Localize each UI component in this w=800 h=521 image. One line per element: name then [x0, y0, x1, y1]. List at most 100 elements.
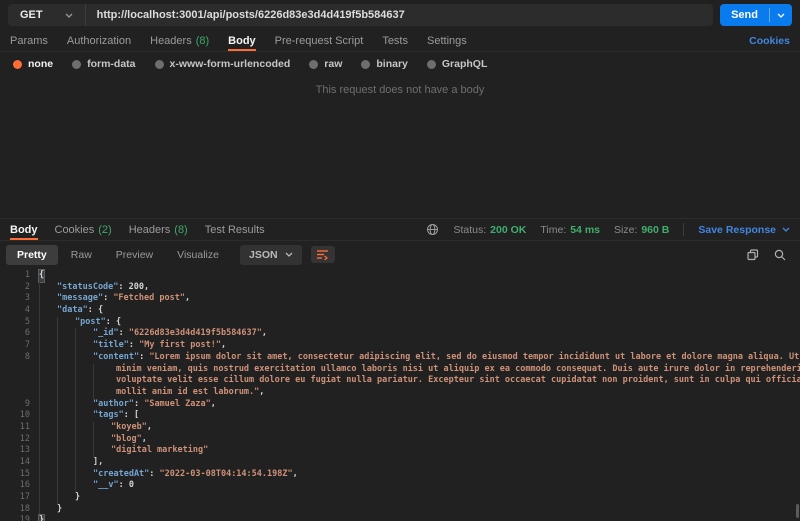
indent-guide [57, 328, 75, 340]
code-line: 4"data": { [0, 305, 800, 317]
line-number: 15 [0, 469, 30, 481]
line-number [0, 364, 30, 376]
tab-settings[interactable]: Settings [427, 30, 467, 51]
response-tab-label: Body [10, 224, 38, 236]
cookies-link[interactable]: Cookies [749, 35, 790, 47]
request-tabs: Params Authorization Headers(8) Body Pre-req… [0, 30, 800, 52]
response-view-bar: PrettyRawPreviewVisualize JSON [0, 242, 800, 267]
tab-authorization[interactable]: Authorization [67, 30, 131, 51]
token: "Fetched post" [113, 293, 185, 305]
tab-params[interactable]: Params [10, 30, 48, 51]
tab-tests[interactable]: Tests [382, 30, 408, 51]
wrap-text-button[interactable] [311, 246, 335, 263]
response-tab-test-results[interactable]: Test Results [205, 219, 265, 240]
empty-body-message: This request does not have a body [0, 84, 800, 96]
code-text: mollit anim id est laborum.", [37, 387, 264, 399]
view-tab-pretty[interactable]: Pretty [6, 245, 58, 265]
token: "title" [93, 340, 129, 352]
tab-label: Settings [427, 35, 467, 47]
code-text: { [37, 270, 44, 282]
method-select[interactable]: GET [8, 4, 85, 26]
tab-pre-request-script[interactable]: Pre-request Script [275, 30, 364, 51]
code-line: 19} [0, 515, 800, 521]
response-tab-label: Cookies [55, 224, 95, 236]
view-tab-preview[interactable]: Preview [105, 245, 164, 265]
code-line: 6"_id": "6226d83e3d4d419f5b584637", [0, 328, 800, 340]
indent-guide [57, 387, 75, 399]
radio-icon [13, 60, 22, 69]
tab-body[interactable]: Body [228, 30, 256, 51]
body-type-binary[interactable]: binary [361, 58, 408, 70]
indent-guide [75, 480, 93, 492]
body-type-none[interactable]: none [13, 58, 53, 70]
token: : [124, 410, 134, 422]
line-number: 8 [0, 352, 30, 364]
send-button[interactable]: Send [720, 4, 792, 26]
indent-guide [57, 469, 75, 481]
token: "message" [57, 293, 103, 305]
response-tab-body[interactable]: Body [10, 219, 38, 240]
radio-icon [155, 60, 164, 69]
indent-guide [75, 469, 93, 481]
token: : [119, 328, 129, 340]
body-type-x-www-form-urlencoded[interactable]: x-www-form-urlencoded [155, 58, 291, 70]
indent-guide [39, 457, 57, 469]
token: "My first post!" [139, 340, 221, 352]
app-window: GET http://localhost:3001/api/posts/6226… [0, 0, 800, 521]
status-field: Status: 200 OK [453, 224, 526, 236]
status-value: 200 OK [490, 224, 526, 236]
url-input[interactable]: http://localhost:3001/api/posts/6226d83e… [86, 9, 416, 21]
body-type-raw[interactable]: raw [309, 58, 342, 70]
send-options-button[interactable] [770, 13, 792, 18]
search-button[interactable] [774, 249, 786, 261]
token: "post" [75, 317, 106, 329]
code-line: 8 "content": "Lorem ipsum dolor sit amet,… [0, 352, 800, 364]
code-line: 3"message": "Fetched post", [0, 293, 800, 305]
token: "blog" [111, 434, 142, 446]
indent-guide [39, 317, 57, 329]
token: "Lorem ipsum dolor sit amet, consectetur… [149, 352, 800, 364]
token: minim veniam, quis nostrud exercitation … [116, 364, 800, 376]
indent-guide [39, 480, 57, 492]
indent-guide [39, 445, 57, 457]
copy-icon [747, 249, 759, 261]
token: : [129, 340, 139, 352]
indent-guide [75, 328, 93, 340]
code-text: minim veniam, quis nostrud exercitation … [37, 364, 800, 376]
format-select[interactable]: JSON [240, 245, 302, 265]
tab-label: Tests [382, 35, 408, 47]
code-line: 5"post": { [0, 317, 800, 329]
response-tab-count: (8) [174, 224, 187, 236]
code-line: 11"koyeb", [0, 422, 800, 434]
save-response-button[interactable]: Save Response [698, 224, 790, 236]
token: voluptate velit esse cillum dolore eu fu… [116, 375, 800, 387]
response-tab-headers[interactable]: Headers(8) [129, 219, 188, 240]
body-type-graphql[interactable]: GraphQL [427, 58, 488, 70]
indent-guide [75, 340, 93, 352]
indent-guide [39, 399, 57, 411]
response-tab-cookies[interactable]: Cookies(2) [55, 219, 112, 240]
token: { [39, 270, 44, 282]
indent-guide [39, 422, 57, 434]
copy-button[interactable] [747, 249, 759, 261]
scrollbar-thumb[interactable] [796, 504, 799, 518]
body-type-form-data[interactable]: form-data [72, 58, 135, 70]
view-tab-visualize[interactable]: Visualize [166, 245, 230, 265]
token: : [139, 352, 149, 364]
indent-guide [75, 352, 93, 364]
code-text: "content": "Lorem ipsum dolor sit amet, … [37, 352, 800, 364]
tab-headers[interactable]: Headers(8) [150, 30, 209, 51]
response-tabs: Body Cookies(2) Headers(8) Test Results Sta… [0, 218, 800, 241]
response-tab-label: Headers [129, 224, 171, 236]
globe-icon[interactable] [426, 223, 439, 236]
size-field: Size: 960 B [614, 224, 669, 236]
token: : [149, 469, 159, 481]
code-line: 16"__v": 0 [0, 480, 800, 492]
view-tab-raw[interactable]: Raw [60, 245, 103, 265]
radio-label: GraphQL [442, 58, 488, 70]
radio-icon [72, 60, 81, 69]
token: { [116, 317, 121, 329]
indent-guide [39, 387, 57, 399]
indent-guide [57, 422, 75, 434]
code-text: "createdAt": "2022-03-08T04:14:54.198Z", [37, 469, 298, 481]
